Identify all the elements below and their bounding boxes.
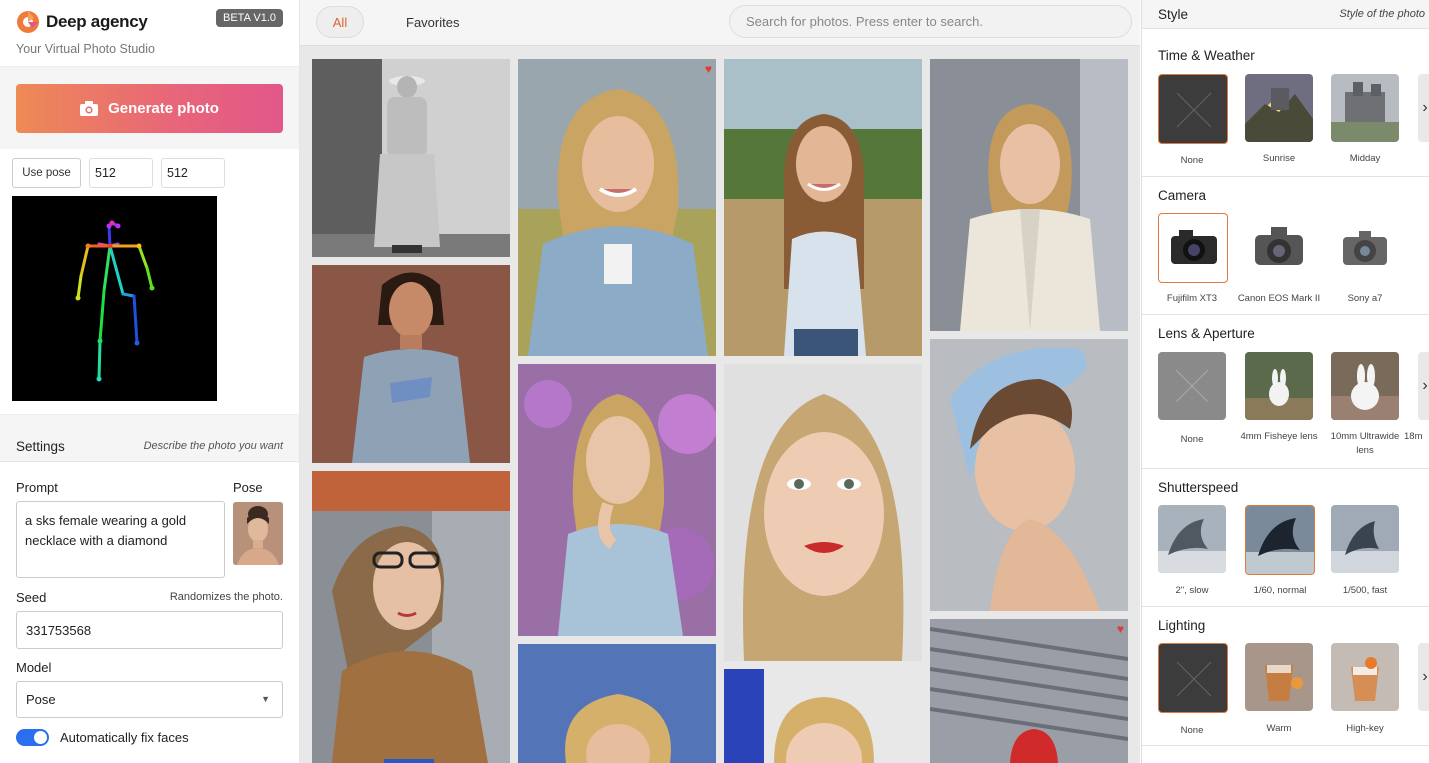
favorite-heart-icon[interactable]: ♥ <box>1117 622 1124 636</box>
option-label: None <box>1180 155 1204 166</box>
brand-logo-icon <box>16 10 40 34</box>
pose-label: Pose <box>233 480 263 495</box>
generate-photo-label: Generate photo <box>108 100 219 117</box>
chevron-right-icon[interactable]: › <box>1418 352 1429 420</box>
gallery-photo[interactable]: ♥ <box>518 59 716 356</box>
gallery-photo[interactable] <box>518 644 716 763</box>
option-label: None <box>1180 434 1204 445</box>
beta-badge: BETA V1.0 <box>216 9 283 27</box>
tab-favorites[interactable]: Favorites <box>406 15 459 30</box>
search-input[interactable] <box>729 5 1132 38</box>
option-none[interactable] <box>1158 352 1226 420</box>
style-title: Style <box>1158 7 1189 22</box>
option-none[interactable] <box>1158 74 1228 144</box>
divider <box>1142 468 1429 469</box>
option-2-slow[interactable] <box>1158 505 1226 573</box>
option-label: 1/60, normal <box>1253 585 1307 596</box>
gallery-photo[interactable] <box>724 669 922 763</box>
gallery-toolbar: All Favorites <box>300 0 1140 46</box>
gallery-photo[interactable]: ♥ <box>930 619 1128 763</box>
chevron-right-icon[interactable]: › <box>1418 74 1429 142</box>
option-label: 10mm Ultrawide lens <box>1330 431 1400 456</box>
autofix-faces-toggle[interactable] <box>16 729 49 746</box>
gallery-photo[interactable] <box>724 364 922 661</box>
seed-label: Seed <box>16 590 47 605</box>
left-panel: Deep agency BETA V1.0 Your Virtual Photo… <box>0 0 300 763</box>
option-label: Sunrise <box>1262 153 1296 164</box>
model-select[interactable]: Pose ▼ <box>16 681 283 718</box>
option-none[interactable] <box>1158 643 1228 713</box>
section-title-shutterspeed: Shutterspeed <box>1158 480 1239 495</box>
gallery-photo[interactable] <box>312 59 510 257</box>
section-title-camera: Camera <box>1158 188 1207 203</box>
seed-hint: Randomizes the photo. <box>169 591 283 603</box>
option-4mm-fisheye-lens[interactable] <box>1245 352 1313 420</box>
model-select-value: Pose <box>26 692 56 707</box>
gallery-photo[interactable] <box>930 59 1128 331</box>
divider <box>1142 314 1429 315</box>
option-midday[interactable] <box>1331 74 1399 142</box>
divider <box>1142 176 1429 177</box>
section-title-lens-aperture: Lens & Aperture <box>1158 326 1255 341</box>
prompt-textarea[interactable]: a sks female wearing a gold necklace wit… <box>16 501 225 578</box>
option-1-60-normal[interactable] <box>1245 505 1315 575</box>
gallery-photo[interactable] <box>518 364 716 636</box>
option-label: Sony a7 <box>1347 293 1383 304</box>
option-label: Fujifilm XT3 <box>1166 293 1218 304</box>
prompt-label: Prompt <box>16 480 58 495</box>
pose-reference-thumbnail[interactable] <box>233 502 283 565</box>
option-label: Canon EOS Mark II <box>1237 293 1321 304</box>
section-spacer <box>0 414 299 430</box>
gallery: All Favorites Search for photos. Press e… <box>300 0 1140 763</box>
camera-icon <box>80 101 99 116</box>
brand-tagline: Your Virtual Photo Studio <box>16 42 155 56</box>
seed-input[interactable] <box>16 611 283 649</box>
brand: Deep agency <box>16 10 148 34</box>
gallery-photo[interactable] <box>312 471 510 763</box>
chevron-right-icon[interactable]: › <box>1418 643 1429 711</box>
use-pose-button[interactable]: Use pose <box>12 158 81 188</box>
option-label: 18m <box>1404 431 1423 442</box>
option-sony-a7[interactable] <box>1331 213 1399 281</box>
option-label: Midday <box>1349 153 1381 164</box>
option-label: High-key <box>1346 723 1384 734</box>
brand-name: Deep agency <box>46 12 148 31</box>
option-canon-eos-mark-ii[interactable] <box>1245 213 1313 281</box>
option-label: 2", slow <box>1175 585 1209 596</box>
option-label: 4mm Fisheye lens <box>1240 431 1318 442</box>
height-input[interactable] <box>161 158 225 188</box>
settings-subtitle: Describe the photo you want <box>143 440 283 452</box>
option-label: Warm <box>1266 723 1292 734</box>
favorite-heart-icon[interactable]: ♥ <box>705 62 712 76</box>
section-title-lighting: Lighting <box>1158 618 1206 633</box>
option-label: None <box>1180 725 1204 736</box>
section-title-time-weather: Time & Weather <box>1158 48 1255 63</box>
option-high-key[interactable] <box>1331 643 1399 711</box>
model-label: Model <box>16 660 52 675</box>
option-label: 1/500, fast <box>1342 585 1388 596</box>
tab-all[interactable]: All <box>316 6 364 38</box>
gallery-photo[interactable] <box>930 339 1128 611</box>
option-10mm-ultrawide-lens[interactable] <box>1331 352 1399 420</box>
dropdown-arrow-icon: ▼ <box>261 694 270 704</box>
gallery-photo[interactable] <box>312 265 510 463</box>
option-warm[interactable] <box>1245 643 1313 711</box>
gallery-photo[interactable] <box>724 59 922 356</box>
divider <box>1142 606 1429 607</box>
style-panel: Style Style of the photo Time & Weather … <box>1141 0 1429 763</box>
autofix-faces-label: Automatically fix faces <box>60 730 189 745</box>
option-sunrise[interactable] <box>1245 74 1313 142</box>
option-fujifilm-xt3[interactable] <box>1158 213 1228 283</box>
style-subtitle: Style of the photo <box>1339 8 1425 20</box>
width-input[interactable] <box>89 158 153 188</box>
settings-title: Settings <box>16 439 65 454</box>
option-1-500-fast[interactable] <box>1331 505 1399 573</box>
generate-photo-button[interactable]: Generate photo <box>16 84 283 133</box>
divider <box>1142 745 1429 746</box>
pose-skeleton-canvas[interactable] <box>12 196 217 401</box>
